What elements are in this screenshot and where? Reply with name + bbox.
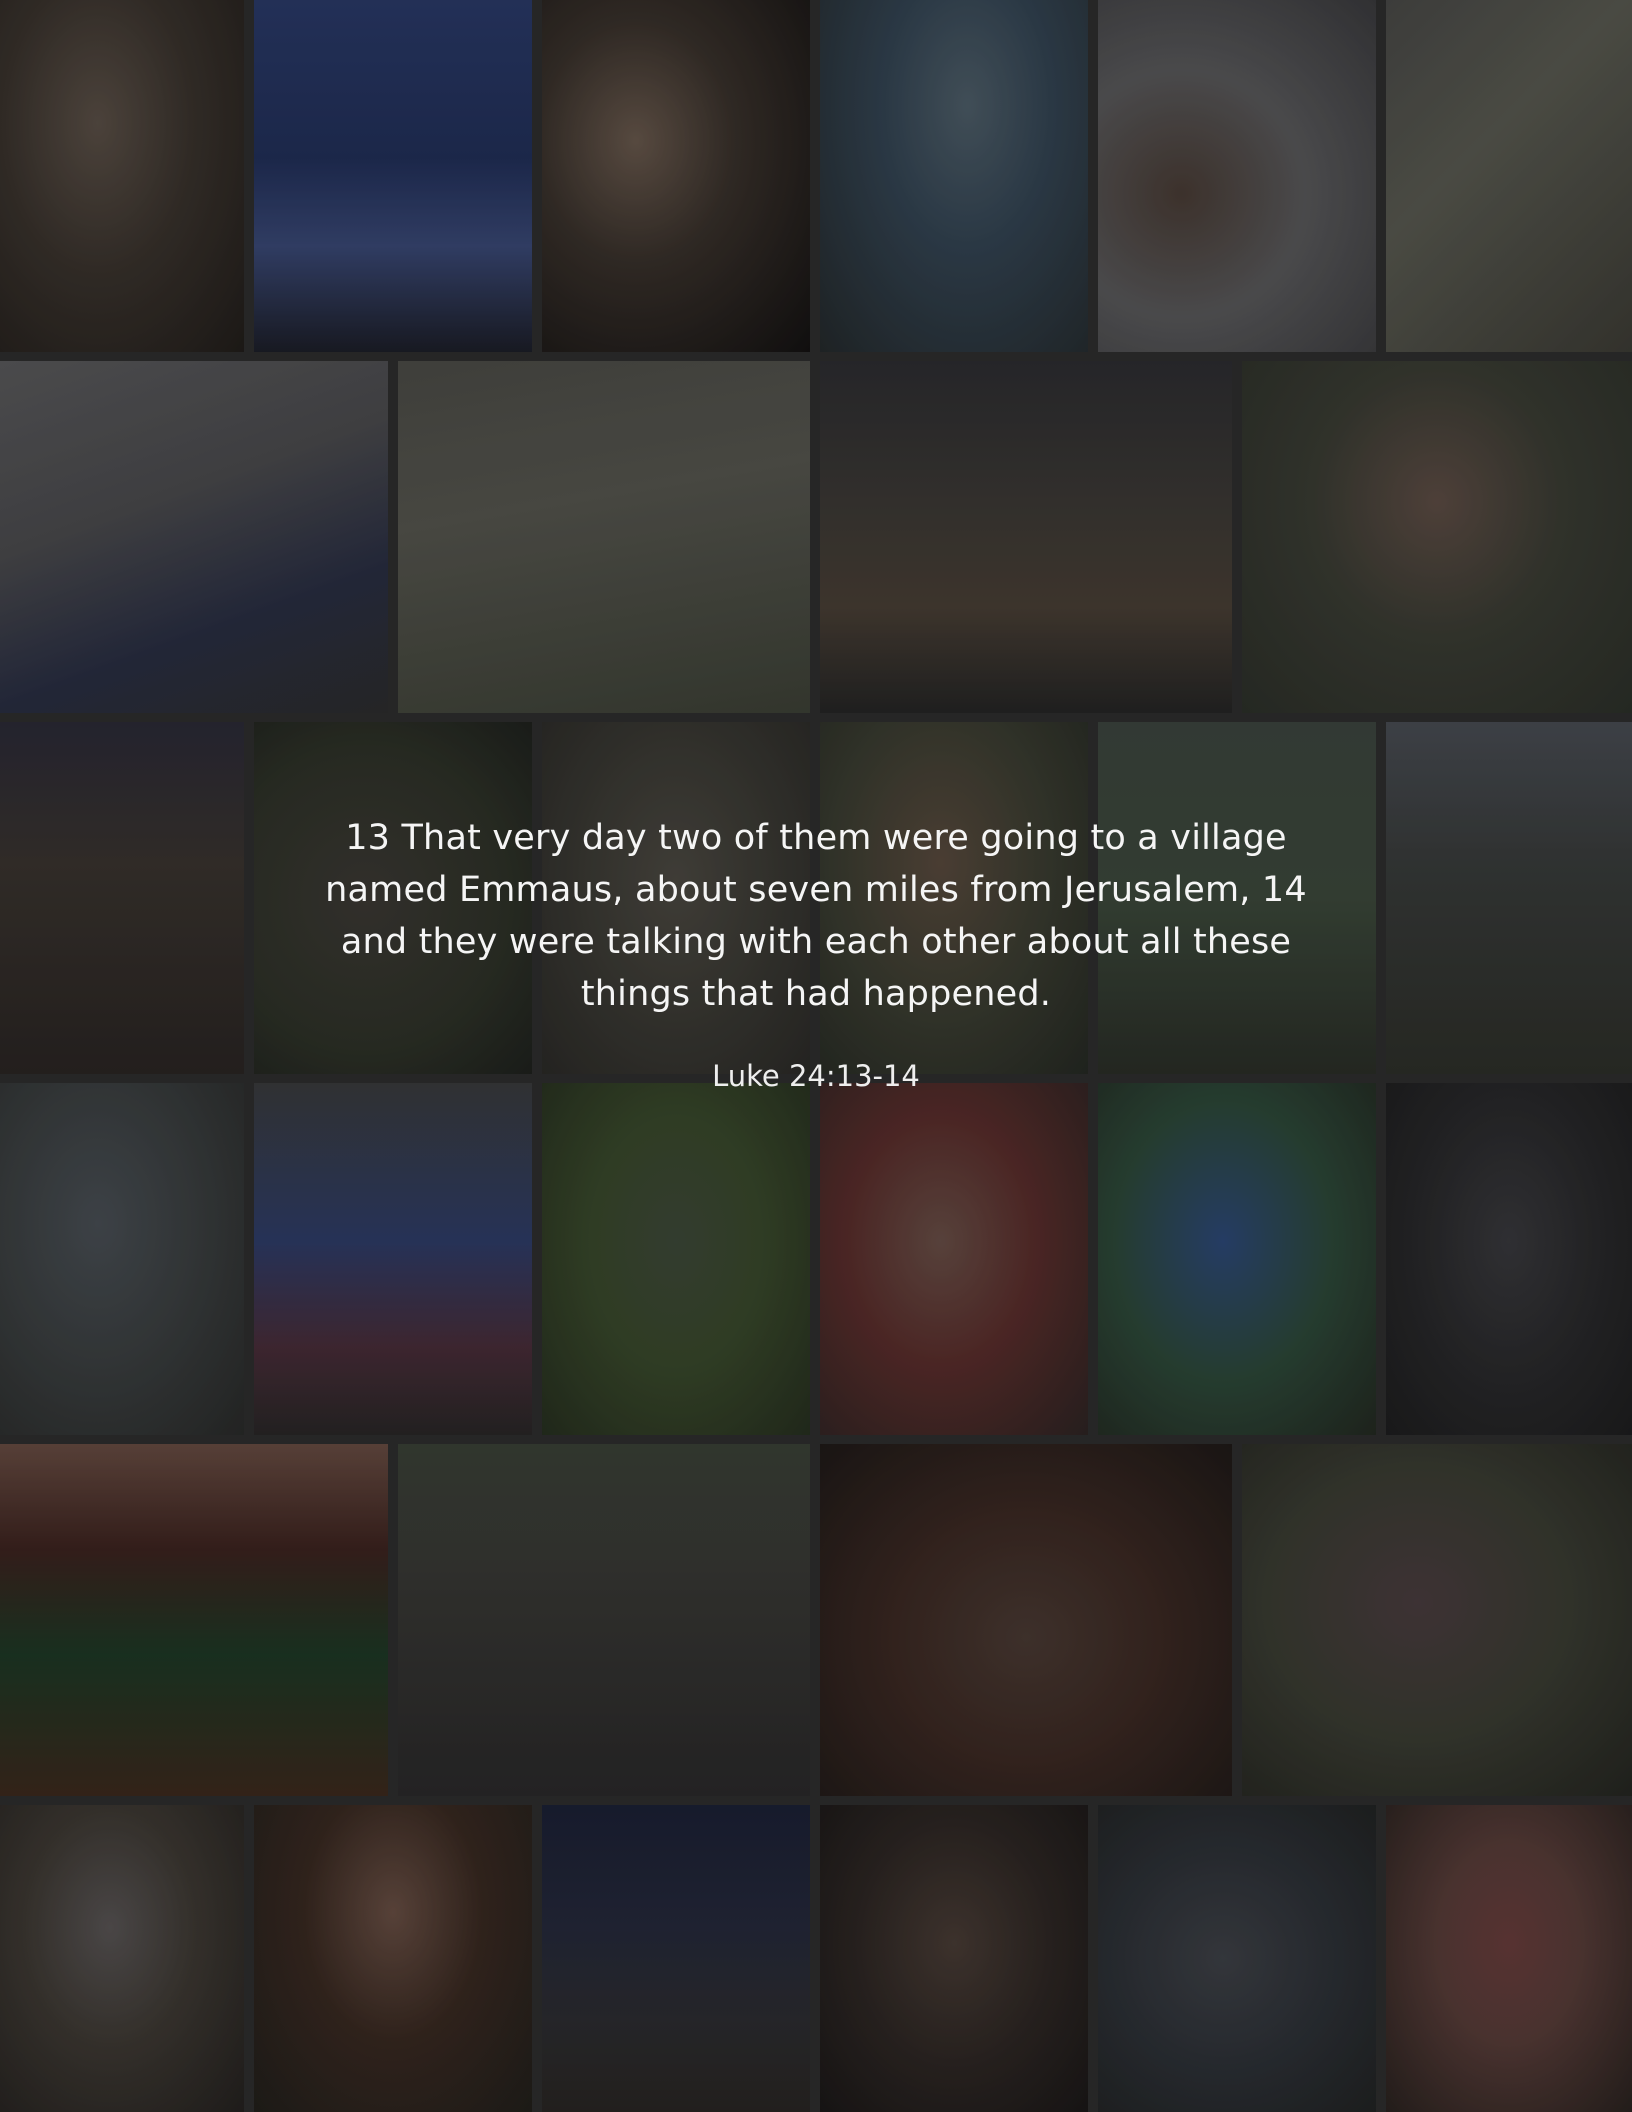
page: 13 That very day two of them were going … [0,0,1632,2112]
verse-text: 13 That very day two of them were going … [325,818,1307,1014]
verse-reference: Luke 24:13-14 [712,1059,920,1093]
verse-block: 13 That very day two of them were going … [300,812,1332,1094]
